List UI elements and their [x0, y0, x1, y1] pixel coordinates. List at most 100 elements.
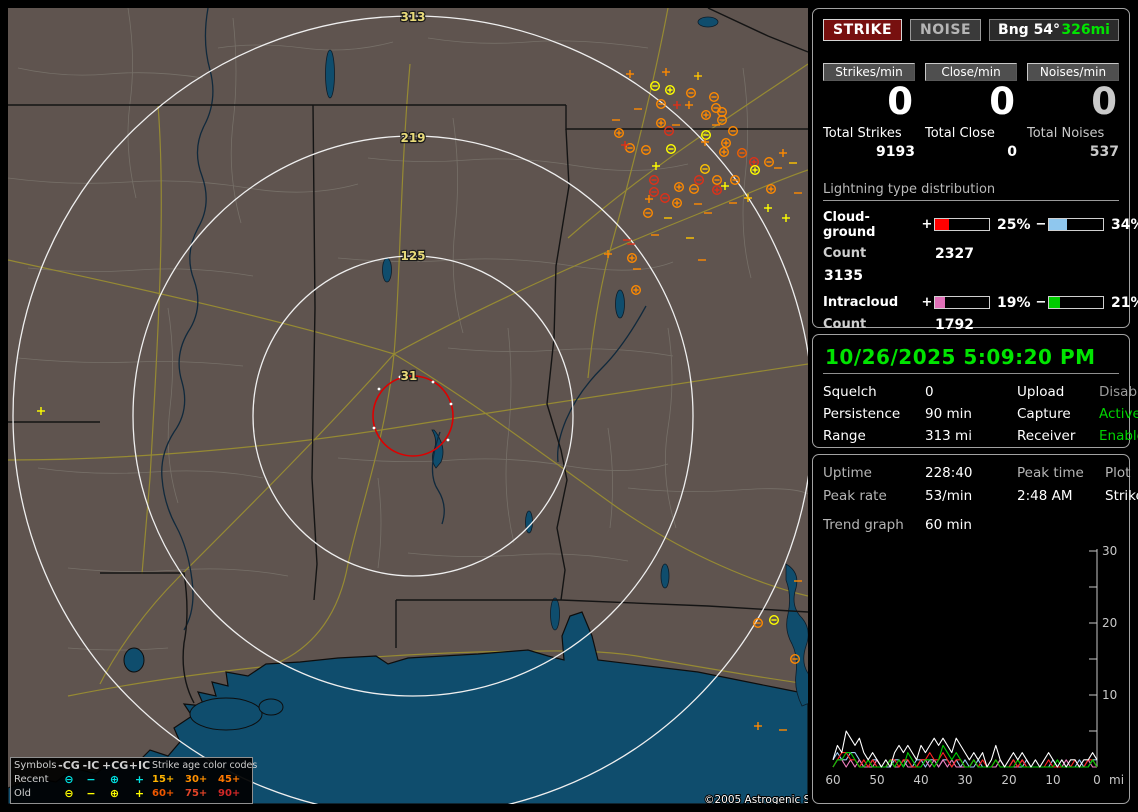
svg-text:30: 30 [957, 773, 972, 787]
receiver-status: Enabled [1099, 428, 1138, 444]
peak-time-value: 2:48 AM [1017, 488, 1073, 504]
cg-count-label: Count [823, 246, 867, 262]
legend-symbols-header: Symbols [14, 759, 57, 771]
distribution-title: Lightning type distribution [823, 182, 1119, 201]
svg-text:60: 60 [825, 773, 840, 787]
squelch-value: 0 [925, 384, 934, 400]
trend-graph: 10 20 30 60 50 40 30 20 10 0 min [825, 544, 1131, 787]
circle-plus-icon: ⊕ [109, 787, 120, 800]
minus-sign: − [1035, 295, 1047, 311]
intracloud-label: Intracloud [823, 295, 899, 311]
svg-text:30: 30 [1102, 544, 1117, 558]
legend-col-pos-ic: +IC [128, 759, 151, 772]
legend-col-neg-ic: -IC [82, 759, 100, 772]
circle-minus-icon: ⊖ [64, 787, 74, 800]
total-close-value: 0 [1007, 143, 1017, 160]
upload-label: Upload [1017, 384, 1065, 400]
peak-rate-value: 53/min [925, 488, 973, 504]
total-strikes-label: Total Strikes [823, 125, 902, 141]
svg-text:10: 10 [1102, 688, 1117, 702]
persistence-label: Persistence [823, 406, 901, 422]
ic-plus-pct: 19% [997, 294, 1031, 311]
legend-col-neg-cg: -CG [58, 759, 80, 772]
minus-icon: − [86, 787, 96, 800]
legend-age-header: Strike age color codes [152, 759, 258, 771]
svg-text:0: 0 [1093, 773, 1101, 787]
status-panel: 10/26/2025 5:09:20 PM Squelch 0 Upload D… [812, 334, 1138, 448]
svg-text:min: min [1109, 773, 1123, 787]
ring-label-313: 313 [400, 10, 425, 24]
legend-row-recent-label: Recent [14, 773, 49, 785]
cg-minus-pct: 34% [1111, 216, 1138, 233]
age-60-label: 60+ [152, 787, 175, 799]
total-noises-value: 537 [1089, 143, 1119, 160]
circle-plus-icon: ⊕ [109, 773, 120, 786]
trend-window-value: 60 min [925, 517, 972, 533]
legend-col-pos-cg: +CG [102, 759, 129, 772]
total-noises-label: Total Noises [1027, 125, 1105, 141]
svg-text:50: 50 [869, 773, 884, 787]
close-per-min-value: 0 [989, 80, 1015, 123]
bearing-range-value: 326mi [1061, 22, 1110, 38]
minus-icon: − [86, 773, 96, 786]
peak-time-label: Peak time [1017, 465, 1084, 481]
uptime-value: 228:40 [925, 465, 973, 481]
svg-text:40: 40 [913, 773, 928, 787]
peak-rate-label: Peak rate [823, 488, 887, 504]
plus-sign: + [921, 295, 933, 311]
trend-series--IC [832, 744, 1098, 768]
trend-series-Total strikes [832, 730, 1098, 768]
svg-text:20: 20 [1001, 773, 1016, 787]
upload-status: Disabled [1099, 384, 1138, 400]
range-value: 313 mi [925, 428, 972, 444]
plot-value: Strike [1105, 488, 1138, 504]
ring-label-219: 219 [400, 131, 425, 145]
ic-minus-bar [1048, 296, 1104, 310]
ic-minus-pct: 21% [1111, 294, 1138, 311]
noises-per-min-chip[interactable]: Noises/min [1027, 63, 1119, 81]
age-45-label: 45+ [218, 773, 241, 785]
noises-per-min-column: Noises/min 0 Total Noises 537 [1027, 63, 1119, 160]
map-canvas[interactable]: 313 219 125 31 ©2005 Astrogenic Systems [8, 8, 808, 804]
copyright-text: ©2005 Astrogenic Systems [704, 794, 808, 804]
circle-minus-icon: ⊖ [64, 773, 74, 786]
plus-icon: + [134, 787, 145, 800]
cloud-ground-label: Cloud-ground [823, 209, 876, 240]
cg-plus-pct: 25% [997, 216, 1031, 233]
bearing-label: Bng 54° [998, 22, 1061, 38]
ic-plus-count: 1792 [935, 316, 974, 333]
legend-row-old-label: Old [14, 787, 31, 799]
cg-minus-bar [1048, 218, 1104, 232]
ic-plus-bar [934, 296, 990, 310]
receiver-label: Receiver [1017, 428, 1076, 444]
capture-status: Active [1099, 406, 1138, 422]
bearing-readout: Bng 54° 326mi [989, 19, 1119, 41]
cg-minus-count: 3135 [824, 267, 863, 284]
noise-mode-button[interactable]: NOISE [910, 19, 982, 41]
total-close-label: Total Close [925, 125, 995, 141]
svg-text:20: 20 [1102, 616, 1117, 630]
plus-icon: + [134, 773, 145, 786]
strike-legend: Symbols -CG -IC +CG +IC Strike age color… [10, 757, 258, 804]
total-strikes-value: 9193 [876, 143, 915, 160]
strike-stats-panel: STRIKE NOISE Bng 54° 326mi Strikes/min 0… [812, 8, 1138, 355]
age-30-label: 30+ [185, 773, 208, 785]
cloud-ground-distribution: Cloud-ground + 25% − 34% Count 2327 3135 [823, 209, 1138, 284]
noises-per-min-value: 0 [1091, 80, 1117, 123]
squelch-label: Squelch [823, 384, 877, 400]
plot-label: Plot [1105, 465, 1131, 481]
strike-mode-button[interactable]: STRIKE [823, 19, 903, 41]
age-75-label: 75+ [185, 787, 208, 799]
close-per-min-chip[interactable]: Close/min [925, 63, 1017, 81]
plus-sign: + [921, 217, 933, 233]
ring-label-31: 31 [401, 369, 418, 383]
age-15-label: 15+ [152, 773, 175, 785]
trend-series-+IC [832, 759, 1097, 768]
strikes-per-min-value: 0 [887, 80, 913, 123]
strikes-per-min-chip[interactable]: Strikes/min [823, 63, 915, 81]
capture-label: Capture [1017, 406, 1071, 422]
lightning-map[interactable]: 313 219 125 31 ©2005 Astrogenic Systems … [8, 8, 808, 804]
trend-graph-label: Trend graph [823, 517, 904, 533]
age-90-label: 90+ [218, 787, 241, 799]
uptime-label: Uptime [823, 465, 872, 481]
